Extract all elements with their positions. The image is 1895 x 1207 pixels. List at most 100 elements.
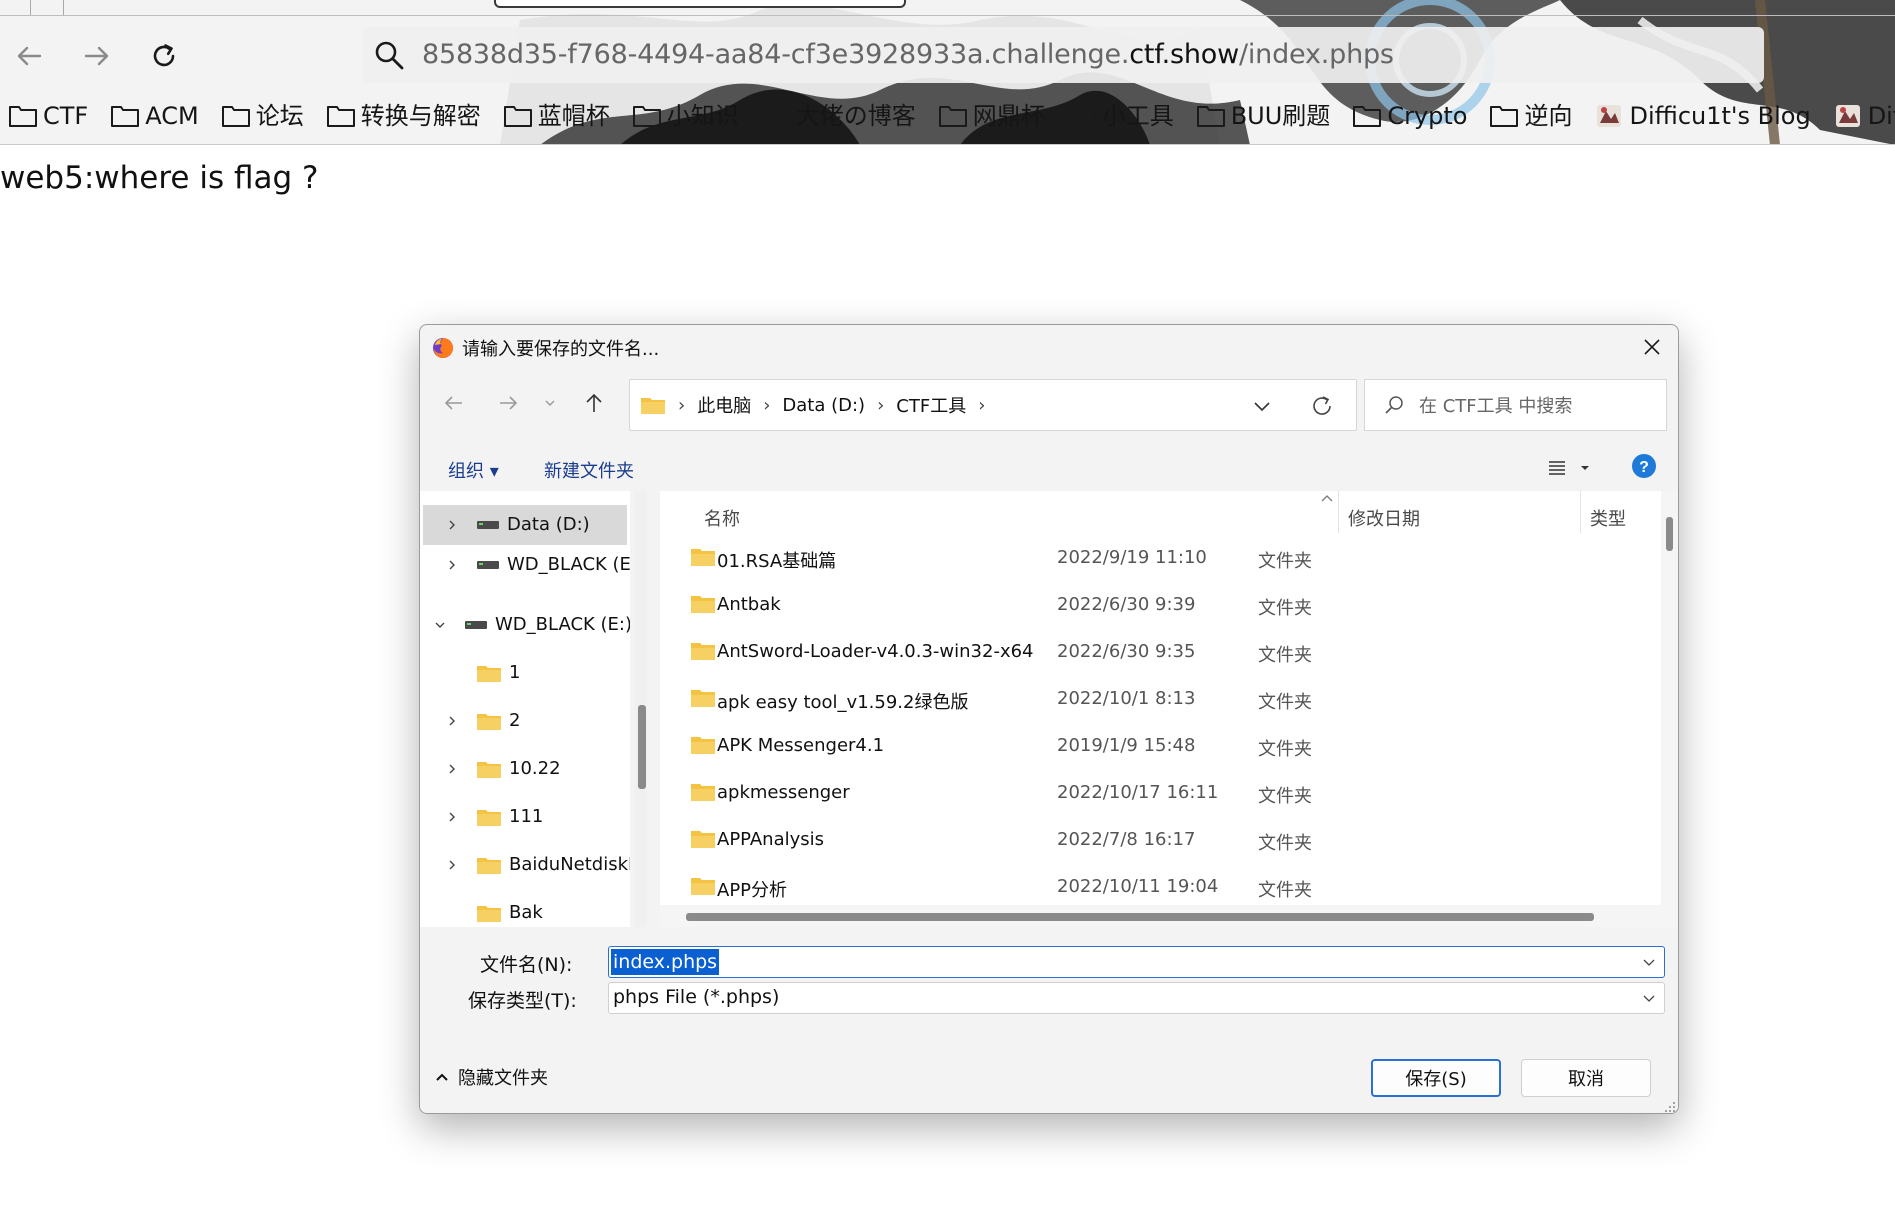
bookmark-item[interactable]: Difficu1t's Blog — [1586, 96, 1811, 136]
column-header-name[interactable]: 名称 — [704, 505, 740, 531]
forward-button[interactable] — [77, 36, 117, 76]
scrollbar-thumb[interactable] — [1666, 517, 1673, 551]
file-type: 文件夹 — [1258, 739, 1312, 760]
bookmark-item[interactable]: Crypto — [1344, 96, 1467, 136]
new-folder-button[interactable]: 新建文件夹 — [544, 457, 634, 483]
folder-icon — [221, 106, 250, 127]
nav-pane-scrollbar[interactable] — [635, 491, 647, 927]
close-button[interactable] — [1630, 327, 1674, 367]
tree-item-label: Data (D:) — [507, 514, 590, 535]
chevron-right-icon[interactable] — [445, 518, 459, 532]
bookmark-item[interactable]: 蓝帽杯 — [495, 96, 610, 136]
view-options-icon[interactable] — [1545, 455, 1595, 481]
bookmark-item[interactable]: 论坛 — [213, 96, 304, 136]
save-button[interactable]: 保存(S) — [1371, 1059, 1501, 1097]
bookmark-item[interactable]: 小知识 — [624, 96, 739, 136]
folder-icon — [691, 643, 715, 660]
file-list-row[interactable]: APK Messenger4.1 2019/1/9 15:48 文件夹 — [660, 725, 1660, 765]
recent-locations-button[interactable] — [530, 383, 570, 423]
tab-separator — [30, 0, 31, 15]
filetype-select[interactable]: phps File (*.phps) — [608, 982, 1665, 1014]
bookmark-item[interactable]: 网鼎杯 — [930, 96, 1045, 136]
bookmark-item[interactable]: 大佬の博客 — [753, 96, 916, 136]
folder-icon — [1490, 106, 1519, 127]
file-type: 文件夹 — [1258, 833, 1312, 854]
command-bar: 组织 ▾ 新建文件夹 — [420, 441, 1678, 493]
file-list-vertical-scrollbar[interactable] — [1661, 491, 1678, 927]
file-list-row[interactable]: APP分析 2022/10/11 19:04 文件夹 — [660, 866, 1660, 906]
folder-icon — [1353, 106, 1382, 127]
file-list-row[interactable]: AntSword-Loader-v4.0.3-win32-x64 2022/6/3… — [660, 631, 1660, 671]
chevron-down-icon[interactable] — [1642, 993, 1656, 1005]
file-type: 文件夹 — [1258, 551, 1312, 572]
tree-item-data-drive[interactable]: Data (D:) — [423, 505, 627, 545]
chevron-right-icon[interactable] — [445, 762, 459, 776]
back-button[interactable] — [9, 36, 49, 76]
help-icon[interactable]: ? — [1631, 453, 1657, 479]
bookmark-label: Crypto — [1387, 102, 1468, 130]
file-list-row[interactable]: apk easy tool_v1.59.2绿色版 2022/10/1 8:13 文件… — [660, 678, 1660, 718]
file-list-row[interactable]: APPAnalysis 2022/7/8 16:17 文件夹 — [660, 819, 1660, 859]
file-list-row[interactable]: Antbak 2022/6/30 9:39 文件夹 — [660, 584, 1660, 624]
folder-icon — [477, 666, 501, 682]
bookmark-item[interactable]: Diffic — [1825, 96, 1895, 136]
column-divider[interactable] — [1338, 491, 1339, 533]
tree-item-folder-111[interactable]: 111 — [423, 797, 627, 837]
organize-menu[interactable]: 组织 ▾ — [448, 457, 499, 483]
reload-button[interactable] — [144, 36, 184, 76]
chevron-down-icon[interactable] — [1642, 957, 1656, 969]
tree-item-folder-1[interactable]: 1 — [423, 653, 627, 693]
file-list-horizontal-scrollbar[interactable] — [660, 905, 1661, 927]
dialog-search-input[interactable]: 在 CTF工具 中搜索 — [1364, 379, 1667, 431]
file-type: 文件夹 — [1258, 598, 1312, 619]
folder-icon — [1196, 106, 1225, 127]
dialog-address-bar[interactable]: › 此电脑 › Data (D:) › CTF工具 › — [629, 379, 1357, 431]
bookmark-item[interactable]: BUU刷题 — [1188, 96, 1330, 136]
dialog-back-button[interactable] — [434, 383, 474, 423]
tree-item-folder-baidunetdisk[interactable]: BaiduNetdiskD — [423, 845, 630, 885]
file-list-row[interactable]: 01.RSA基础篇 2022/9/19 11:10 文件夹 — [660, 537, 1660, 577]
chevron-down-icon[interactable] — [1248, 392, 1276, 420]
scrollbar-thumb[interactable] — [638, 705, 646, 789]
bookmark-item[interactable]: 逆向 — [1481, 96, 1572, 136]
column-divider[interactable] — [1580, 491, 1581, 533]
scrollbar-thumb[interactable] — [686, 913, 1594, 921]
breadcrumb-ctf-tools[interactable]: CTF工具 — [896, 392, 966, 418]
up-button[interactable] — [574, 383, 614, 423]
address-bar[interactable]: 85838d35-f768-4494-aa84-cf3e3928933a.cha… — [362, 27, 1764, 83]
chevron-right-icon[interactable] — [445, 858, 459, 872]
arrow-up-icon — [586, 393, 602, 412]
chevron-down-icon[interactable] — [433, 618, 447, 632]
cancel-button[interactable]: 取消 — [1521, 1059, 1651, 1097]
tree-item-wd-black[interactable]: WD_BLACK (E: — [423, 545, 630, 585]
bookmark-item[interactable]: 转换与解密 — [318, 96, 481, 136]
active-tab[interactable] — [494, 0, 906, 8]
file-list-row[interactable]: apkmessenger 2022/10/17 16:11 文件夹 — [660, 772, 1660, 812]
bookmark-item[interactable]: CTF — [0, 96, 88, 136]
tree-item-folder-2[interactable]: 2 — [423, 701, 627, 741]
tree-item-folder-10-22[interactable]: 10.22 — [423, 749, 627, 789]
column-header-type[interactable]: 类型 — [1590, 505, 1626, 531]
refresh-icon[interactable] — [1308, 392, 1336, 420]
dialog-forward-button[interactable] — [488, 383, 528, 423]
folder-icon — [691, 784, 715, 801]
folder-icon — [691, 831, 715, 848]
filename-input[interactable]: index.phps — [608, 946, 1665, 978]
bookmark-item[interactable]: ACM — [102, 96, 199, 136]
tree-item-label: WD_BLACK (E:) — [495, 614, 630, 635]
folder-icon — [691, 690, 715, 707]
tree-item-wd-black-expanded[interactable]: WD_BLACK (E:) — [423, 605, 630, 645]
tree-item-folder-bak[interactable]: Bak — [423, 893, 627, 927]
hide-folders-toggle[interactable]: 隐藏文件夹 — [434, 1063, 548, 1091]
chevron-right-icon[interactable] — [445, 714, 459, 728]
chevron-right-icon[interactable] — [445, 558, 459, 572]
breadcrumb-data-drive[interactable]: Data (D:) — [782, 395, 865, 416]
bookmark-item[interactable]: 小工具 — [1059, 96, 1174, 136]
folder-icon — [9, 106, 37, 127]
breadcrumb-this-pc[interactable]: 此电脑 — [697, 392, 751, 418]
chevron-right-icon[interactable] — [445, 810, 459, 824]
folder-icon — [691, 878, 715, 895]
reload-icon — [153, 44, 175, 67]
column-header-modified[interactable]: 修改日期 — [1348, 505, 1420, 531]
resize-grip-icon[interactable] — [1664, 1101, 1676, 1113]
